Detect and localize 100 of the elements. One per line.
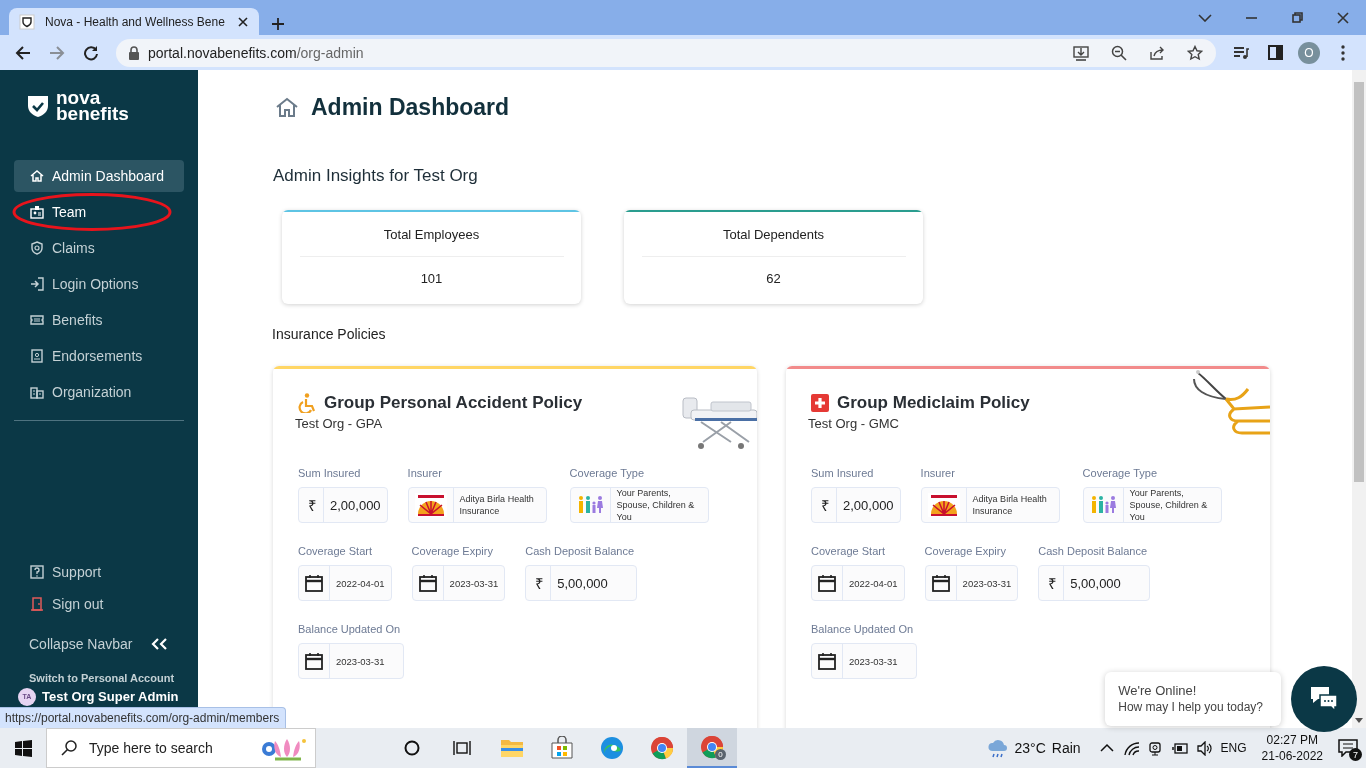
back-arrow-icon (15, 44, 31, 61)
policy-subtitle: Test Org - GPA (295, 416, 384, 431)
nav-item[interactable]: Organization (14, 376, 184, 408)
close-icon[interactable] (237, 15, 249, 28)
wifi-icon (1122, 740, 1140, 756)
field-label: Sum Insured (298, 467, 362, 479)
stat-value: 101 (420, 271, 443, 286)
side-panel-icon (1267, 45, 1283, 60)
rupee-symbol: ₹ (534, 574, 545, 593)
stat-label: Total Dependents (641, 227, 906, 257)
calendar-icon (931, 574, 950, 592)
lock-icon (128, 45, 140, 60)
wheelchair-icon (298, 393, 316, 413)
date-value: 2023-03-31 (962, 577, 1012, 589)
task-view-icon (453, 740, 471, 756)
scrollbar-thumb[interactable] (1354, 82, 1364, 482)
date-value: 2023-03-31 (449, 577, 499, 589)
rupee-symbol: ₹ (1047, 574, 1058, 593)
field-label: Coverage Start (298, 545, 373, 557)
home-icon (275, 96, 299, 118)
nav-item[interactable]: Login Options (14, 268, 184, 300)
speaker-icon (1196, 740, 1212, 756)
amount-value: 5,00,000 (1070, 575, 1121, 591)
notification-button[interactable]: 7 (1338, 739, 1358, 757)
shield-icon (19, 13, 35, 30)
field-label: Insurer (407, 467, 443, 479)
browser-tab[interactable]: Nova - Health and Wellness Bene (9, 8, 259, 35)
edge-swirl-icon (600, 736, 624, 760)
document-icon (30, 349, 44, 363)
link-preview-url: https://portal.novabenefits.com/org-admin/members (5, 711, 280, 725)
chat-bubbles-icon (1310, 686, 1338, 712)
notification-count: 7 (1349, 748, 1362, 761)
folder-icon (500, 737, 524, 759)
calendar-icon (305, 574, 323, 592)
field-label: Balance Updated On (298, 623, 402, 635)
restore-icon (1291, 12, 1303, 23)
nav-item[interactable]: Endorsements (14, 340, 184, 372)
input-language[interactable]: ENG (1220, 741, 1247, 755)
caret-up-icon (1099, 743, 1114, 753)
plus-icon (271, 17, 285, 31)
install-icon (1073, 44, 1089, 61)
amount-value: 5,00,000 (557, 575, 608, 591)
zoom-out-icon (1111, 44, 1127, 61)
section-heading: Admin Insights for Test Org (273, 166, 479, 186)
nav-item[interactable]: Benefits (14, 304, 184, 336)
share-icon (1149, 44, 1165, 61)
id-badge-icon (30, 205, 44, 219)
insurer-name: Aditya Birla Health Insurance (972, 493, 1048, 517)
nav-item[interactable]: Claims (14, 232, 184, 264)
shield-icon (30, 241, 44, 255)
family-icon (1089, 495, 1117, 515)
field-label: Insurer (920, 467, 956, 479)
chat-greeting[interactable]: We're Online! How may I help you today? (1105, 672, 1281, 726)
clock[interactable]: 02:27 PM 21-06-2022 (1261, 732, 1323, 764)
double-chevron-left-icon (150, 638, 167, 650)
url-text: portal.novabenefits.com/org-admin (148, 44, 365, 61)
stat-value: 62 (766, 271, 781, 286)
nav-item[interactable]: Support (14, 556, 184, 588)
chrome-profile-button[interactable]: 0 (687, 728, 737, 768)
ticket-icon (30, 313, 44, 327)
field-label: Coverage Expiry (924, 545, 1007, 557)
battery-icon (1171, 740, 1188, 756)
home-icon (30, 169, 44, 183)
forward-arrow-icon (49, 44, 65, 61)
field-label: Cash Deposit Balance (1038, 545, 1149, 557)
new-tab-button[interactable] (271, 17, 285, 31)
taskbar-search-field[interactable]: Type here to search (46, 728, 316, 768)
shield-check-icon (26, 93, 50, 119)
coverage-text: Your Parents, Spouse, Children & You (616, 487, 696, 523)
policy-title: Group Mediclaim Policy (837, 393, 1030, 413)
policy-title: Group Personal Accident Policy (324, 393, 583, 413)
stat-label: Total Employees (299, 227, 564, 257)
switch-account-label: Switch to Personal Account (29, 672, 176, 684)
playlist-icon (1232, 44, 1250, 61)
address-bar[interactable]: portal.novabenefits.com/org-admin (116, 38, 1216, 67)
collapse-navbar-button[interactable]: Collapse Navbar (14, 628, 184, 660)
policy-subtitle: Test Org - GMC (808, 416, 900, 431)
rain-cloud-icon (986, 738, 1009, 758)
nav-item[interactable]: Admin Dashboard (14, 160, 184, 192)
insurer-name: Aditya Birla Health Insurance (459, 493, 535, 517)
field-label: Sum Insured (811, 467, 875, 479)
field-label: Coverage Type (569, 467, 645, 479)
page-title: Admin Dashboard (311, 93, 510, 121)
calendar-icon (418, 574, 437, 592)
logo-text: nova benefits (56, 90, 129, 122)
field-label: Cash Deposit Balance (525, 545, 636, 557)
scroll-down-arrow-icon (1355, 718, 1363, 723)
amount-value: 2,00,000 (330, 497, 381, 513)
reload-icon (83, 44, 99, 61)
section-heading: Insurance Policies (272, 326, 387, 342)
search-placeholder: Type here to search (89, 740, 214, 756)
field-label: Balance Updated On (811, 623, 915, 635)
camera-icon (1148, 740, 1163, 756)
circle-icon (404, 740, 420, 756)
nav-item[interactable]: Team (14, 196, 184, 228)
weather-widget[interactable]: 23°C Rain (986, 738, 1081, 758)
medical-cross-icon (811, 394, 829, 412)
chat-greeting-text: How may I help you today? (1118, 699, 1263, 716)
field-label: Coverage Expiry (411, 545, 494, 557)
nav-item[interactable]: Sign out (14, 588, 184, 620)
